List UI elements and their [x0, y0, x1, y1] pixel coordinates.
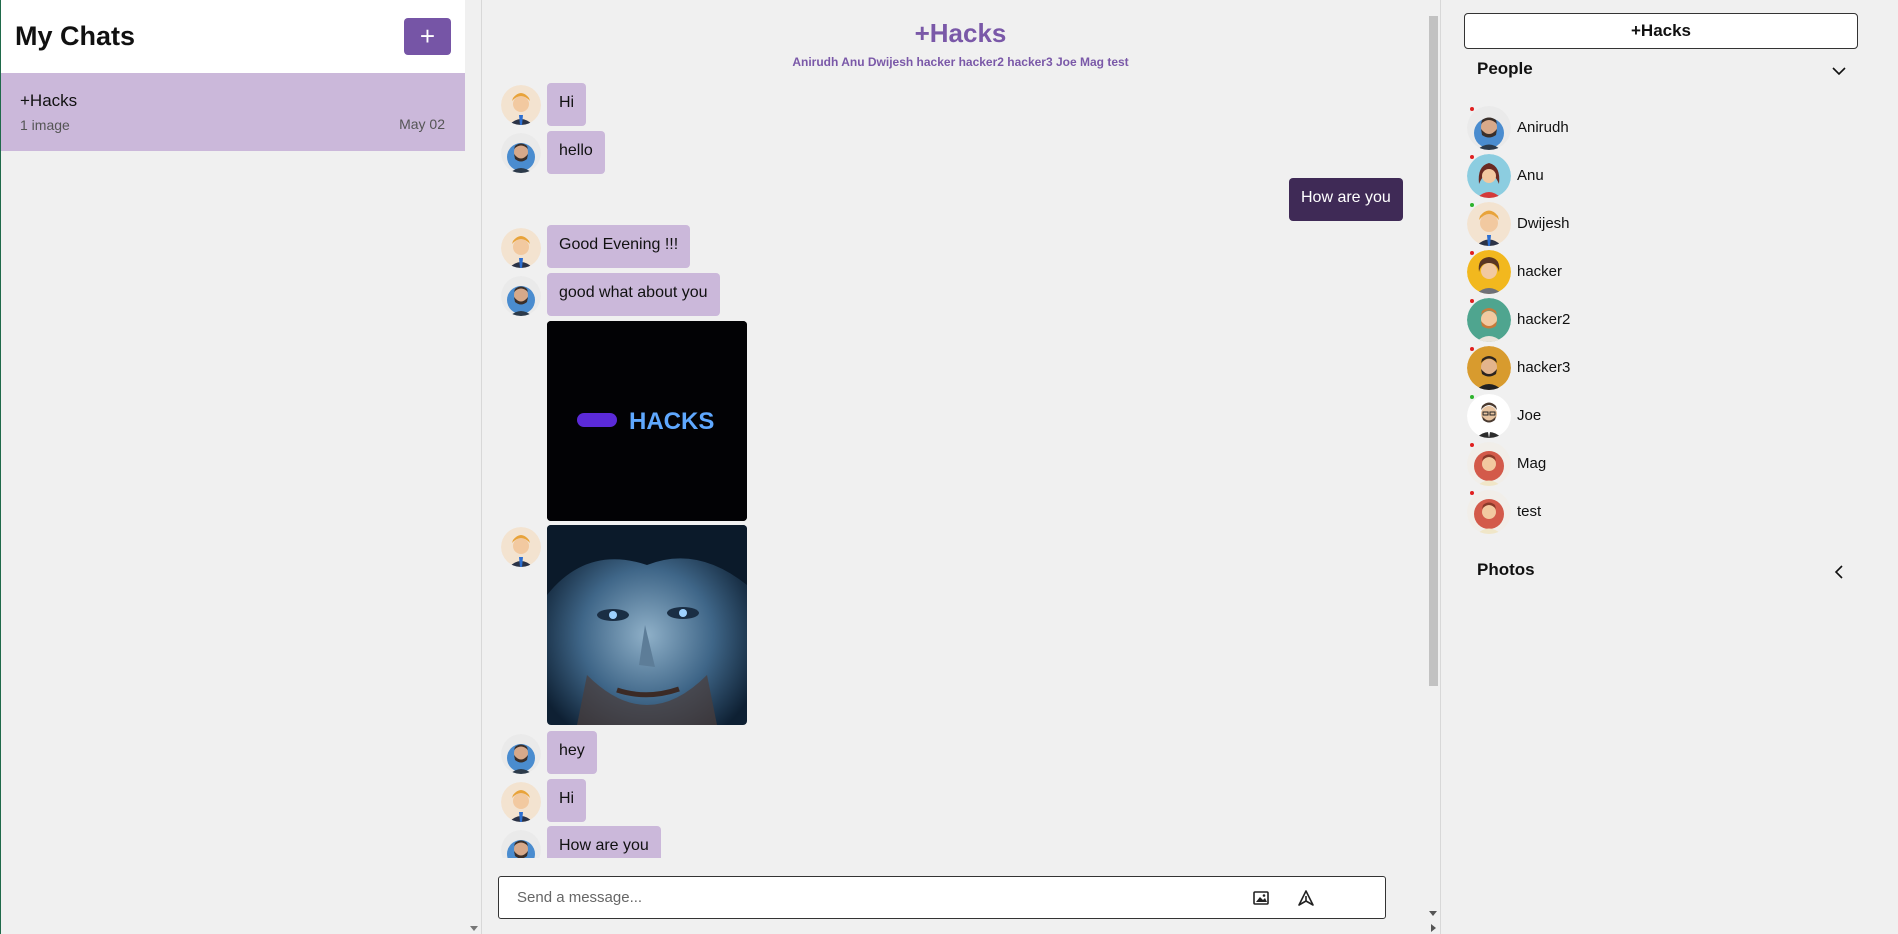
image-logo-text: HACKS — [629, 408, 714, 435]
message-list: Hi hello How are you Good Evening !!! go… — [481, 80, 1421, 858]
avatar[interactable] — [501, 830, 541, 858]
person-item[interactable]: Anu — [1467, 154, 1767, 200]
photos-section-header[interactable]: Photos — [1477, 560, 1847, 586]
status-dot — [1470, 107, 1474, 111]
chat-preview: 1 image — [20, 117, 70, 133]
person-name: hacker3 — [1517, 359, 1571, 376]
avatar[interactable] — [501, 228, 541, 268]
image-upload-icon[interactable] — [1252, 889, 1270, 907]
avatar — [1467, 394, 1511, 438]
message-bubble: Good Evening !!! — [547, 225, 691, 268]
message-composer — [498, 876, 1386, 919]
photos-section-title: Photos — [1477, 560, 1535, 579]
chevron-down-icon[interactable] — [1831, 63, 1847, 79]
chat-list-item[interactable]: +Hacks 1 image May 02 — [1, 73, 465, 151]
person-name: Mag — [1517, 455, 1547, 472]
chat-header: +Hacks Anirudh Anu Dwijesh hacker hacker… — [481, 0, 1440, 72]
person-name: Anu — [1517, 167, 1544, 184]
message-bubble: Hi — [547, 779, 587, 822]
new-chat-button[interactable]: + — [404, 18, 451, 55]
sidebar-scroll-arrow-icon[interactable] — [466, 0, 482, 934]
message-bubble: Hi — [547, 83, 587, 126]
scroll-right-icon[interactable] — [1431, 924, 1436, 932]
status-dot — [1470, 347, 1474, 351]
avatar — [1467, 154, 1511, 198]
avatar[interactable] — [501, 782, 541, 822]
status-dot — [1470, 203, 1474, 207]
avatar[interactable] — [501, 734, 541, 774]
chat-members: Anirudh Anu Dwijesh hacker hacker2 hacke… — [792, 55, 1129, 69]
avatar[interactable] — [501, 527, 541, 567]
avatar[interactable] — [501, 85, 541, 125]
avatar — [1467, 202, 1511, 246]
people-section-header[interactable]: People — [1477, 59, 1847, 85]
person-name: hacker2 — [1517, 311, 1571, 328]
chat-title: +Hacks — [914, 18, 1007, 48]
person-item[interactable]: Anirudh — [1467, 106, 1767, 152]
status-dot — [1470, 299, 1474, 303]
status-dot — [1470, 491, 1474, 495]
avatar — [1467, 442, 1511, 486]
person-item[interactable]: hacker — [1467, 250, 1767, 296]
avatar — [1467, 490, 1511, 534]
scroll-down-icon[interactable] — [1429, 911, 1437, 916]
status-dot — [1470, 443, 1474, 447]
person-item[interactable]: hacker3 — [1467, 346, 1767, 392]
chat-list-sidebar: My Chats + +Hacks 1 image May 02 — [0, 0, 482, 934]
image-message[interactable]: HACKS — [547, 321, 747, 521]
message-bubble-own: How are you — [1289, 178, 1403, 221]
person-name: Joe — [1517, 407, 1542, 424]
avatar[interactable] — [501, 276, 541, 316]
chat-list-header: My Chats + — [1, 0, 465, 73]
person-item[interactable]: Dwijesh — [1467, 202, 1767, 248]
avatar[interactable] — [501, 133, 541, 173]
group-name-button[interactable]: +Hacks — [1464, 13, 1858, 49]
avatar — [1467, 106, 1511, 150]
people-section-title: People — [1477, 59, 1533, 78]
message-bubble: good what about you — [547, 273, 720, 316]
image-message[interactable] — [547, 525, 747, 725]
avatar — [1467, 346, 1511, 390]
chevron-left-icon[interactable] — [1831, 564, 1847, 580]
person-item[interactable]: Joe — [1467, 394, 1767, 440]
person-name: test — [1517, 503, 1542, 520]
status-dot — [1470, 251, 1474, 255]
send-icon[interactable] — [1297, 889, 1315, 907]
person-name: Anirudh — [1517, 119, 1569, 136]
message-bubble: How are you — [547, 826, 661, 858]
chat-panel: +Hacks Anirudh Anu Dwijesh hacker hacker… — [481, 0, 1440, 934]
message-bubble: hey — [547, 731, 597, 774]
chat-list-title: My Chats — [15, 21, 136, 51]
avatar — [1467, 250, 1511, 294]
message-scrollbar[interactable] — [1426, 0, 1440, 934]
message-input[interactable] — [517, 889, 1217, 906]
message-bubble: hello — [547, 131, 605, 174]
chat-date: May 02 — [399, 116, 445, 132]
person-item[interactable]: test — [1467, 490, 1767, 536]
chat-name: +Hacks — [20, 91, 78, 110]
status-dot — [1470, 395, 1474, 399]
person-name: Dwijesh — [1517, 215, 1570, 232]
person-name: hacker — [1517, 263, 1563, 280]
chat-details-panel: +Hacks People Anirudh Anu Dwijesh hacker… — [1431, 0, 1898, 934]
avatar — [1467, 298, 1511, 342]
scrollbar-thumb[interactable] — [1429, 16, 1438, 686]
person-item[interactable]: hacker2 — [1467, 298, 1767, 344]
status-dot — [1470, 155, 1474, 159]
person-item[interactable]: Mag — [1467, 442, 1767, 488]
